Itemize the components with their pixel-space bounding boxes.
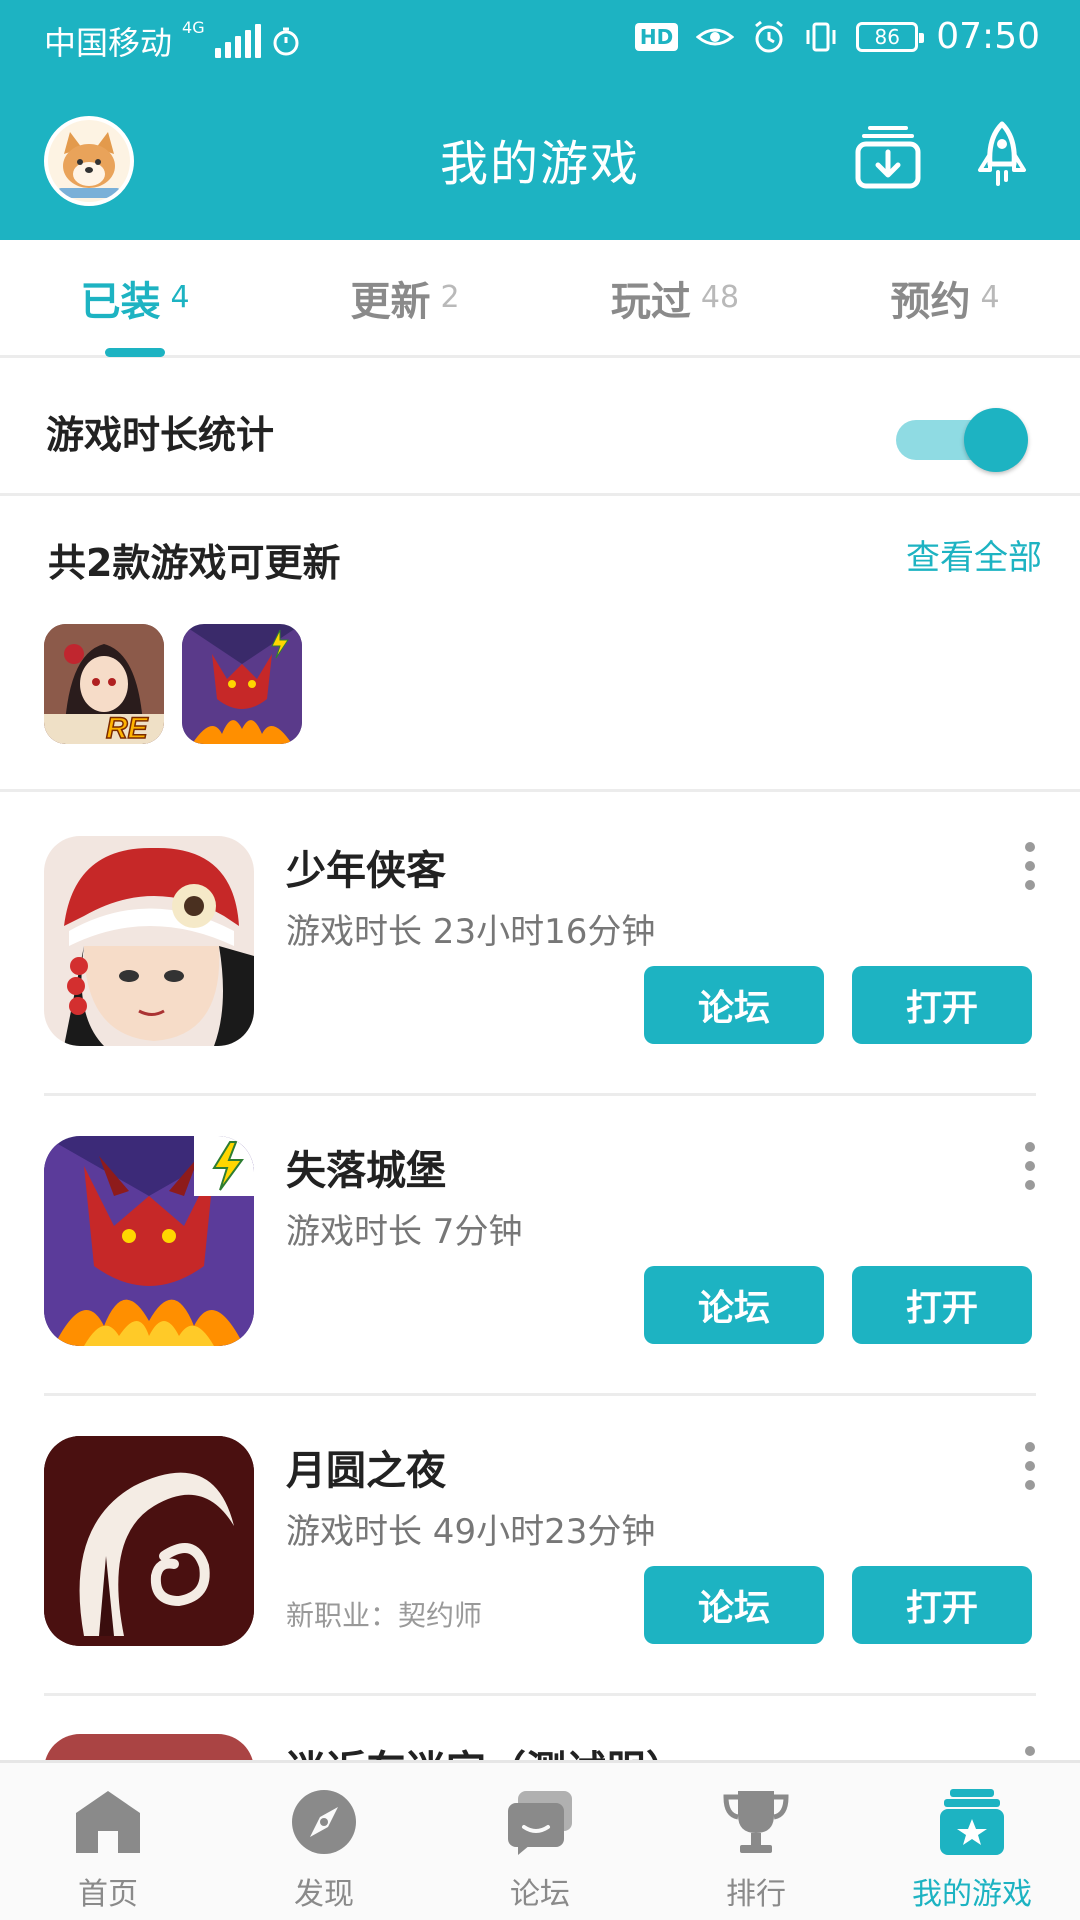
- tab-reserved[interactable]: 预约 4: [810, 240, 1080, 355]
- game-list-item[interactable]: 失落城堡 游戏时长 7分钟 论坛 打开: [0, 1096, 1080, 1396]
- stopwatch-icon: [273, 27, 299, 56]
- nav-label: 发现: [294, 1877, 354, 1912]
- tab-count: 48: [700, 280, 740, 315]
- nav-ranking[interactable]: 排行: [648, 1763, 864, 1920]
- game-icon[interactable]: [44, 1136, 254, 1346]
- battery-icon: 86: [856, 21, 925, 52]
- game-list-item-partial[interactable]: 迷近车迷宫（测试服）: [0, 1692, 1080, 1762]
- forum-icon: [508, 1791, 572, 1855]
- download-manager-icon[interactable]: [852, 120, 924, 192]
- eye-comfort-icon: [696, 28, 735, 45]
- open-button[interactable]: 打开: [852, 966, 1032, 1044]
- game-name: 失落城堡: [286, 1148, 446, 1194]
- game-name: 少年侠客: [286, 848, 446, 894]
- toggle-knob: [964, 408, 1028, 472]
- forum-button[interactable]: 论坛: [644, 1566, 824, 1644]
- tab-label: 预约: [890, 278, 971, 325]
- update-game-icon[interactable]: [182, 624, 302, 744]
- view-all-link[interactable]: 查看全部: [906, 530, 1042, 579]
- tab-played[interactable]: 玩过 48: [540, 240, 810, 355]
- tab-count: 2: [440, 280, 460, 315]
- game-list-item[interactable]: 月圆之夜 游戏时长 49小时23分钟 新职业：契约师 论坛 打开: [0, 1396, 1080, 1696]
- updates-section: 共2款游戏可更新 查看全部 RE: [0, 496, 1080, 792]
- tab-updates[interactable]: 更新 2: [270, 240, 540, 355]
- signal-icon: [214, 24, 261, 58]
- nav-discover[interactable]: 发现: [216, 1763, 432, 1920]
- tab-installed[interactable]: 已装 4: [0, 240, 270, 357]
- game-name: 月圆之夜: [286, 1448, 446, 1494]
- tab-bar: 已装 4 更新 2 玩过 48 预约 4: [0, 240, 1080, 358]
- playtime-stats-toggle[interactable]: [896, 408, 1030, 472]
- tab-count: 4: [980, 280, 1000, 315]
- full-moon-night-icon: [44, 1436, 254, 1646]
- open-button[interactable]: 打开: [852, 1266, 1032, 1344]
- compass-icon: [292, 1790, 356, 1854]
- game-name: 迷近车迷宫（测试服）: [286, 1738, 686, 1762]
- game-list-item[interactable]: 少年侠客 游戏时长 23小时16分钟 论坛 打开: [0, 796, 1080, 1096]
- nav-my-games[interactable]: 我的游戏: [864, 1763, 1080, 1920]
- forum-button[interactable]: 论坛: [644, 966, 824, 1044]
- status-right: HD 86 07:50: [634, 16, 1040, 57]
- trophy-icon: [723, 1791, 789, 1853]
- game-icon[interactable]: [44, 836, 254, 1046]
- rocket-icon[interactable]: [966, 120, 1038, 192]
- home-icon: [76, 1791, 140, 1853]
- status-time: 07:50: [936, 16, 1040, 57]
- playtime-stats-row: 游戏时长统计: [0, 360, 1080, 496]
- updates-title: 共2款游戏可更新: [48, 541, 341, 585]
- more-options-icon[interactable]: [1016, 1142, 1044, 1202]
- dragon-game-icon: [44, 1136, 254, 1346]
- nav-forum[interactable]: 论坛: [432, 1763, 648, 1920]
- vibrate-icon: [806, 22, 836, 51]
- nav-label: 我的游戏: [912, 1877, 1032, 1912]
- bottom-navigation: 首页 发现 论坛 排行 我的游戏: [0, 1760, 1080, 1920]
- nav-label: 论坛: [510, 1877, 570, 1912]
- nav-label: 排行: [726, 1877, 786, 1912]
- my-games-icon: [940, 1789, 1004, 1855]
- more-options-icon[interactable]: [1016, 842, 1044, 902]
- game-playtime: 游戏时长 49小时23分钟: [286, 1512, 656, 1552]
- nav-label: 首页: [78, 1877, 138, 1912]
- game-icon[interactable]: [44, 1734, 254, 1762]
- nav-home[interactable]: 首页: [0, 1763, 216, 1920]
- game-icon[interactable]: [44, 1436, 254, 1646]
- lion-dance-girl-icon: [44, 836, 254, 1046]
- carrier-label: 中国移动: [44, 24, 173, 62]
- playtime-stats-label: 游戏时长统计: [46, 413, 275, 457]
- dragon-game-icon: [182, 624, 302, 744]
- more-options-icon[interactable]: [1016, 1442, 1044, 1502]
- tab-label: 更新: [350, 278, 431, 325]
- app-header: 中国移动 4G HD 86 07:50 我的游戏: [0, 0, 1080, 240]
- status-left: 中国移动 4G: [44, 18, 301, 64]
- tab-active-indicator: [105, 348, 165, 357]
- forum-button[interactable]: 论坛: [644, 1266, 824, 1344]
- anime-girl-game-icon: RE: [44, 624, 164, 744]
- open-button[interactable]: 打开: [852, 1566, 1032, 1644]
- re-badge: RE: [106, 712, 149, 744]
- tab-label: 已装: [80, 278, 161, 325]
- game-playtime: 游戏时长 23小时16分钟: [286, 912, 656, 952]
- network-label: 4G: [182, 18, 205, 37]
- tab-label: 玩过: [610, 278, 691, 325]
- tab-count: 4: [170, 280, 190, 315]
- game-playtime: 游戏时长 7分钟: [286, 1212, 523, 1252]
- hd-badge: HD: [634, 22, 679, 51]
- status-bar: 中国移动 4G HD 86 07:50: [0, 0, 1080, 78]
- game-update-note: 新职业：契约师: [286, 1599, 483, 1632]
- update-game-icon[interactable]: RE: [44, 624, 164, 744]
- alarm-icon: [755, 20, 784, 52]
